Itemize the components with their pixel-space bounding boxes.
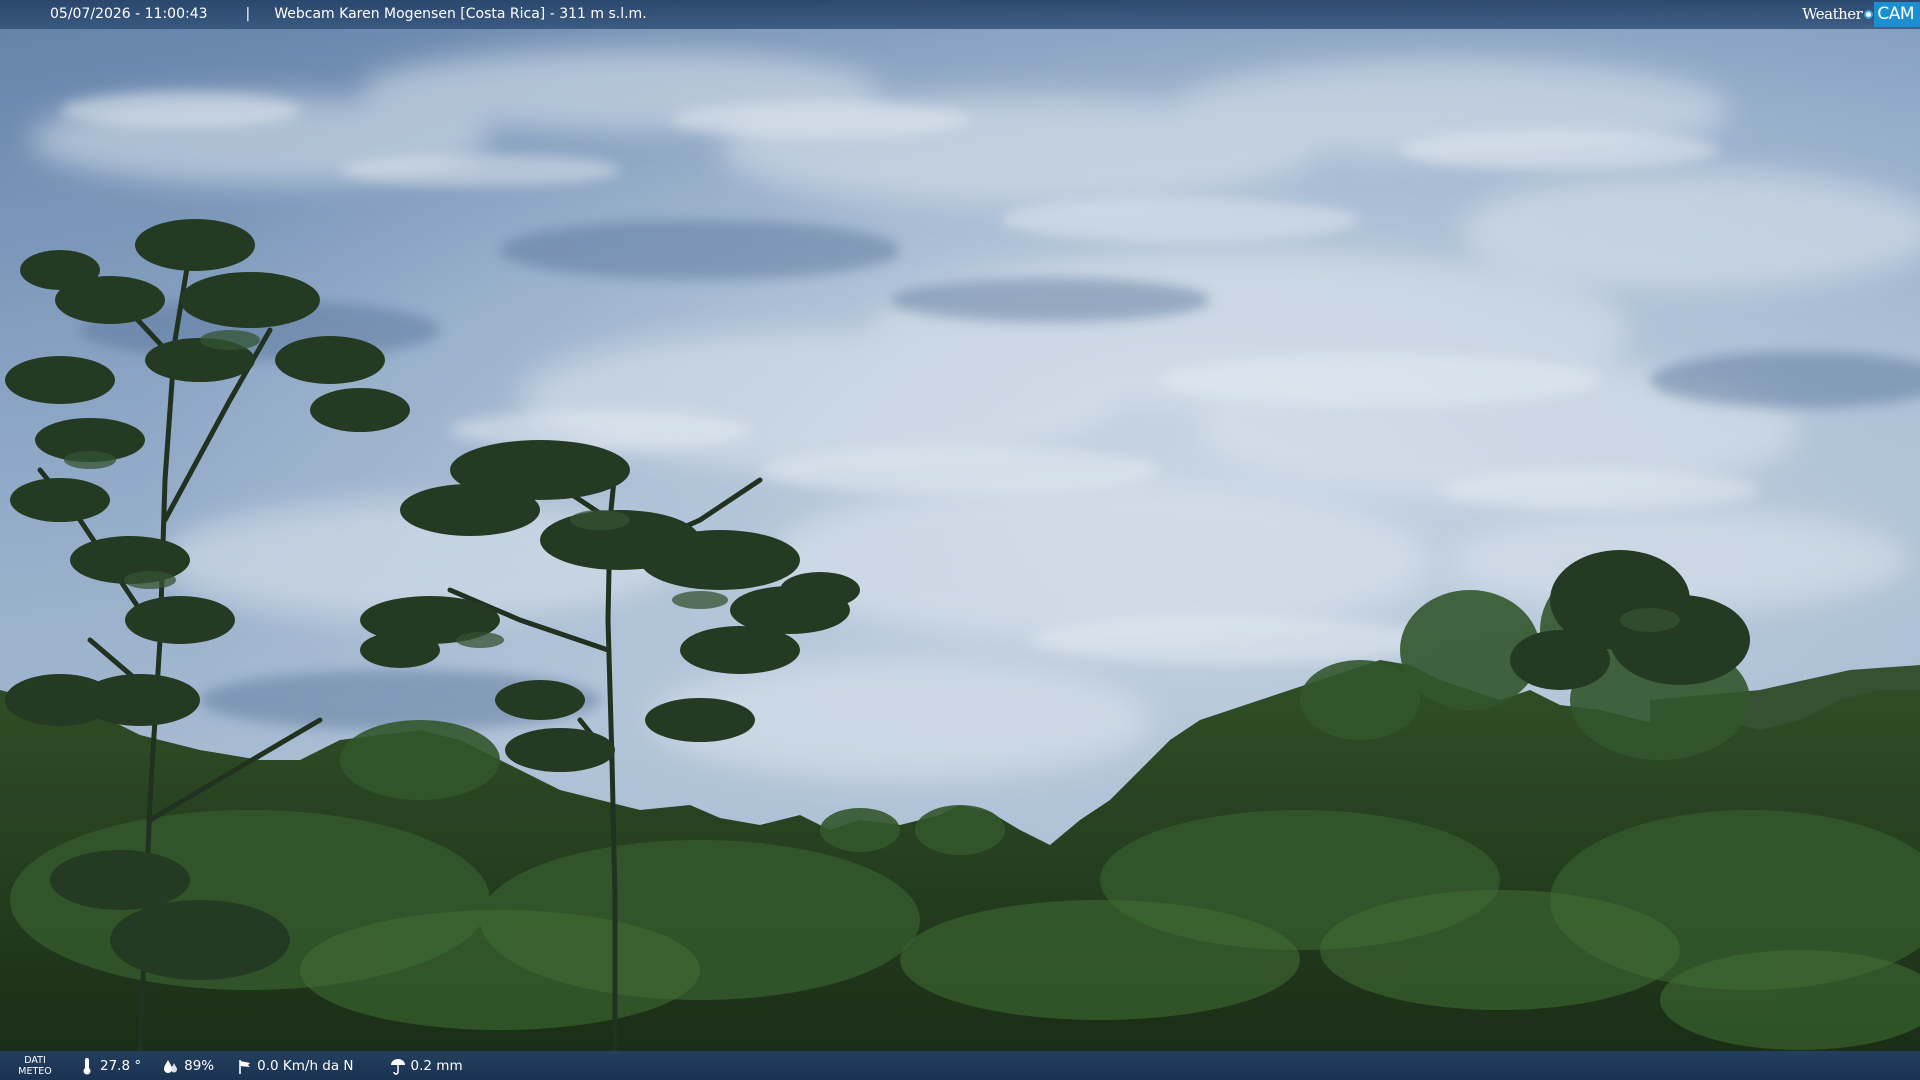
header-separator: | [245,6,251,22]
wind-reading: 0.0 Km/h da N [236,1057,354,1075]
weather-label-line2: METEO [18,1065,52,1077]
weather-data-bar: DATI METEO 27.8 ° 89% 0.0 Km/h da N 0.2 … [0,1051,1920,1080]
temperature-value: 27.8 ° [100,1057,142,1074]
weathercam-logo: Weather CAM [1802,0,1920,29]
logo-text-weather: Weather [1802,5,1863,23]
timestamp: 05/07/2026 - 11:00:43 [50,6,208,22]
webcam-title: Webcam Karen Mogensen [Costa Rica] - 311… [274,6,647,22]
logo-dot-icon [1864,10,1874,19]
top-info-bar: 05/07/2026 - 11:00:43 | Webcam Karen Mog… [0,0,1920,29]
rain-reading: 0.2 mm [390,1057,463,1075]
temperature-reading: 27.8 ° [79,1057,141,1075]
weather-label-line1: DATI [24,1054,46,1066]
wind-vane-icon [239,1059,251,1074]
humidity-value: 89% [184,1057,215,1074]
thermometer-icon [83,1057,91,1074]
rain-value: 0.2 mm [410,1057,463,1074]
webcam-image [0,0,1920,1080]
rain-gauge-icon [390,1058,405,1075]
water-drops-icon [164,1059,178,1073]
weather-data-label: DATI METEO [9,1055,61,1077]
logo-text-cam: CAM [1874,2,1920,27]
wind-value: 0.0 Km/h da N [257,1057,354,1074]
humidity-reading: 89% [163,1057,214,1075]
